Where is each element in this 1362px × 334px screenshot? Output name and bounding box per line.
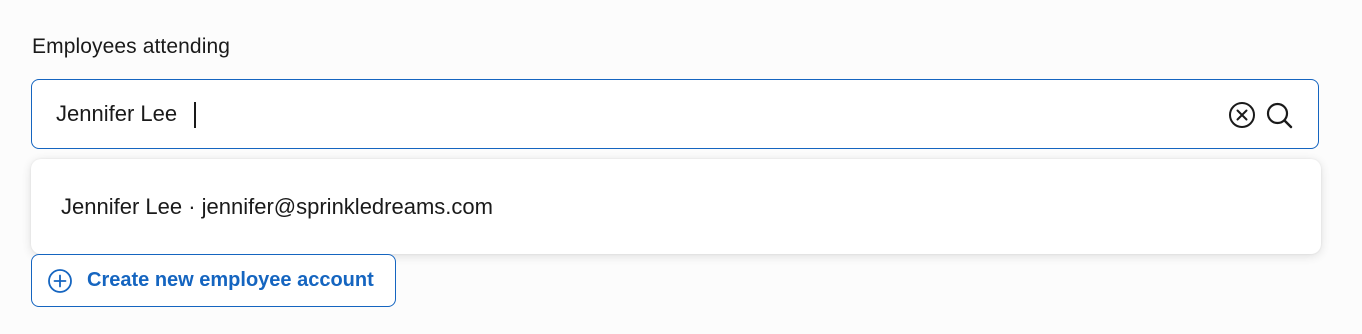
create-employee-account-label: Create new employee account — [87, 269, 374, 291]
create-employee-account-button[interactable]: Create new employee account — [31, 254, 396, 307]
search-results-dropdown: Jennifer Lee · jennifer@sprinkledreams.c… — [31, 159, 1321, 254]
plus-circle-icon — [48, 268, 72, 293]
search-result-text: Jennifer Lee · jennifer@sprinkledreams.c… — [61, 193, 493, 219]
search-icon[interactable] — [1265, 101, 1293, 129]
employee-search-box[interactable] — [31, 79, 1319, 149]
field-label: Employees attending — [32, 35, 231, 58]
search-result-option[interactable]: Jennifer Lee · jennifer@sprinkledreams.c… — [31, 159, 1321, 254]
employee-search-input[interactable] — [56, 80, 1206, 147]
clear-icon[interactable] — [1228, 101, 1256, 129]
text-caret — [194, 102, 196, 128]
